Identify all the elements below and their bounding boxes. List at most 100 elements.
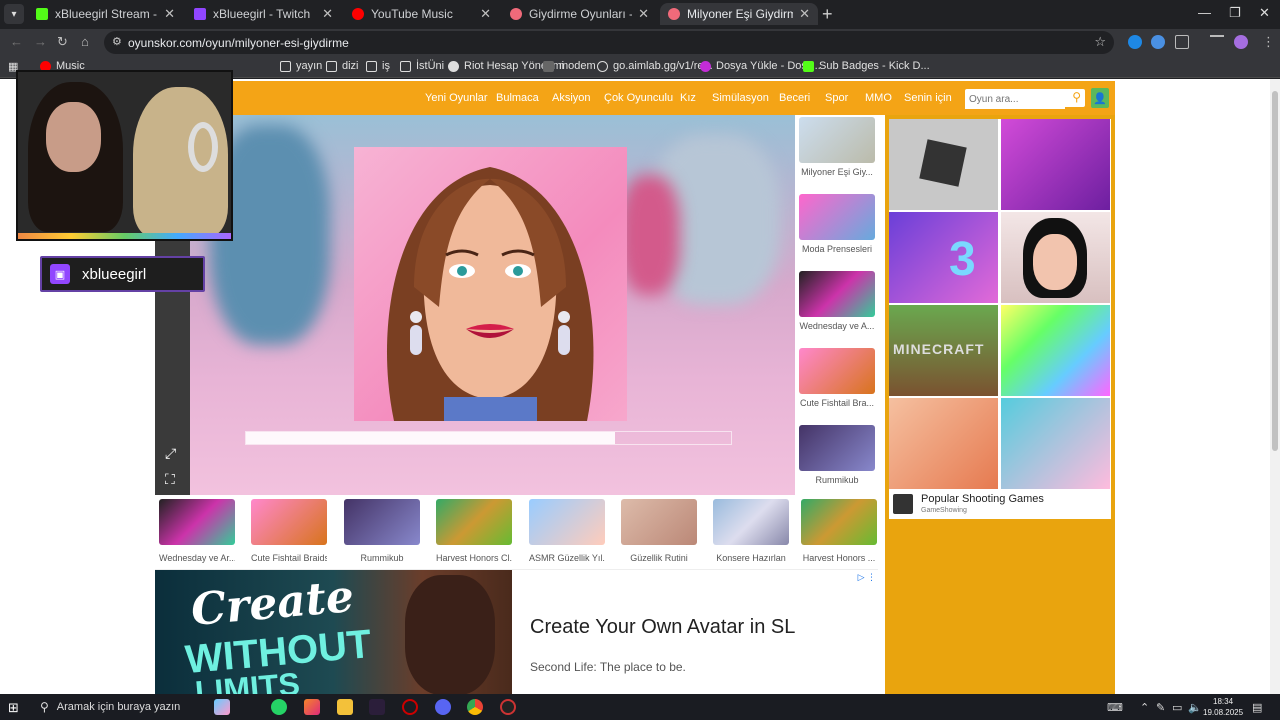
keyboard-icon[interactable]: ⌨ (1107, 701, 1123, 714)
site-info-icon[interactable]: ⚙ (112, 35, 122, 48)
forward-button[interactable]: → (34, 34, 47, 49)
close-icon[interactable]: ✕ (164, 6, 175, 22)
whatsapp-icon[interactable] (271, 699, 287, 715)
game-card[interactable]: Güzellik Rutini (621, 499, 697, 563)
tab-twitch[interactable]: xBlueegirl - Twitch ✕ (186, 3, 341, 25)
bookmark-istuni[interactable]: İstÜni (400, 60, 444, 72)
fullscreen-icon[interactable]: ⛶ (165, 471, 175, 488)
ad-tile-phone[interactable] (1001, 305, 1110, 396)
user-icon[interactable]: 👤 (1091, 88, 1109, 108)
bookmark-dizi[interactable]: dizi (326, 60, 359, 72)
nav-senin-icin[interactable]: Senin için (904, 92, 952, 104)
game-thumbnail (799, 425, 875, 471)
opera-icon[interactable] (402, 699, 418, 715)
webcam-rgb-bar (18, 233, 231, 239)
side-game-item[interactable]: Milyoner Eşi Giy... (799, 117, 875, 177)
ad-tile-tiles[interactable]: 3 (889, 212, 998, 303)
profile-avatar[interactable] (1234, 35, 1248, 49)
game-card[interactable]: Cute Fishtail Braids (251, 499, 327, 563)
obs-icon[interactable] (500, 699, 516, 715)
shield-extension-icon[interactable] (1128, 35, 1142, 49)
side-game-item[interactable]: Cute Fishtail Bra... (799, 348, 875, 408)
expand-icon[interactable]: ⤢ (165, 445, 176, 462)
tab-kick-stream[interactable]: xBlueegirl Stream - Watch Live ✕ (28, 3, 183, 25)
ad-tile-makeup[interactable] (1001, 212, 1110, 303)
nav-aksiyon[interactable]: Aksiyon (552, 92, 591, 104)
bookmark-is[interactable]: iş (366, 60, 390, 72)
restore-button[interactable]: ❐ (1229, 5, 1241, 21)
ad-footer[interactable]: Popular Shooting Games GameShowing (889, 491, 1111, 519)
banner-ad[interactable]: Create WITHOUT LIMITS Create Your Own Av… (155, 569, 878, 694)
ad-tile-barber[interactable] (889, 398, 998, 489)
minimize-button[interactable]: — (1198, 5, 1211, 20)
app-icon[interactable] (369, 699, 385, 715)
game-card[interactable]: Rummikub (344, 499, 420, 563)
tab-milyoner-esi[interactable]: Milyoner Eşi Giydirme - Oyunsk ✕ (660, 3, 818, 25)
bookmark-modem[interactable]: modem (543, 60, 596, 72)
page-scrollbar[interactable] (1270, 79, 1280, 694)
nav-spor[interactable]: Spor (825, 92, 848, 104)
back-button[interactable]: ← (10, 34, 23, 49)
tab-search-button[interactable]: ▾ (4, 4, 24, 24)
home-icon[interactable]: ⌂ (81, 34, 89, 49)
close-icon[interactable]: ✕ (480, 6, 491, 22)
character-face (1033, 234, 1077, 290)
side-game-item[interactable]: Wednesday ve A... (799, 271, 875, 331)
close-icon[interactable]: ✕ (322, 6, 333, 22)
game-card[interactable]: Harvest Honors Cl... (436, 499, 512, 563)
game-thumbnail (799, 348, 875, 394)
nav-kiz[interactable]: Kız (680, 92, 696, 104)
bookmark-yayin[interactable]: yayın (280, 60, 322, 72)
discord-icon[interactable] (435, 699, 451, 715)
ad-tile-minecraft[interactable]: MINECRAFT (889, 305, 998, 396)
nav-beceri[interactable]: Beceri (779, 92, 810, 104)
scrollbar-thumb[interactable] (1272, 91, 1278, 451)
close-icon[interactable]: ✕ (638, 6, 649, 22)
ad-tile-nails[interactable] (1001, 119, 1110, 210)
ad-tile-roblox[interactable] (889, 119, 998, 210)
tab-youtube-music[interactable]: YouTube Music ✕ (344, 3, 499, 25)
chrome-icon[interactable] (467, 699, 483, 715)
close-icon[interactable]: ✕ (799, 6, 810, 22)
pen-icon[interactable]: ✎ (1156, 701, 1165, 714)
reading-list-icon[interactable] (1210, 35, 1224, 49)
game-canvas[interactable] (190, 115, 795, 495)
start-button[interactable]: ⊞ (8, 700, 19, 716)
extension-icon[interactable] (1151, 35, 1165, 49)
side-game-item[interactable]: Moda Prensesleri (799, 194, 875, 254)
search-icon[interactable]: ⚲ (1072, 90, 1081, 104)
game-card[interactable]: Harvest Honors ... (801, 499, 877, 563)
ad-tile-princess[interactable] (1001, 398, 1110, 489)
reload-button[interactable]: ↻ (57, 34, 68, 50)
nav-simulasyon[interactable]: Simülasyon (712, 92, 769, 104)
game-card[interactable]: Konsere Hazırlan (713, 499, 789, 563)
weather-widget-icon[interactable] (214, 699, 230, 715)
file-explorer-icon[interactable] (337, 699, 353, 715)
new-tab-button[interactable]: + (822, 4, 833, 25)
network-icon[interactable]: ▭ (1172, 701, 1182, 714)
menu-icon[interactable]: ⋮ (1262, 34, 1275, 50)
nav-cok-oyunculu[interactable]: Çok Oyunculu (604, 92, 673, 104)
address-bar[interactable]: ⚙ oyunskor.com/oyun/milyoner-esi-giydirm… (104, 31, 1114, 54)
adchoices-icon[interactable]: ▷ ⋮ (858, 572, 876, 583)
instagram-icon[interactable] (304, 699, 320, 715)
search-input[interactable] (965, 90, 1065, 109)
more-games-row: Wednesday ve Ar... Cute Fishtail Braids … (155, 497, 880, 567)
game-card[interactable]: Wednesday ve Ar... (159, 499, 235, 563)
url-text[interactable]: oyunskor.com/oyun/milyoner-esi-giydirme (128, 36, 349, 50)
bookmark-star-icon[interactable]: ☆ (1094, 34, 1106, 50)
nav-bulmaca[interactable]: Bulmaca (496, 92, 539, 104)
tray-expand-icon[interactable]: ⌃ (1140, 701, 1149, 714)
nav-mmo[interactable]: MMO (865, 92, 892, 104)
notification-icon[interactable]: ▤ (1252, 701, 1262, 714)
side-game-item[interactable]: Rummikub (799, 425, 875, 485)
game-card[interactable]: ASMR Güzellik Yıl... (529, 499, 605, 563)
close-window-button[interactable]: ✕ (1259, 5, 1270, 21)
puzzle-icon[interactable] (1175, 35, 1189, 49)
clock[interactable]: 18:34 19.08.2025 (1203, 696, 1243, 718)
nav-yeni-oyunlar[interactable]: Yeni Oyunlar (425, 92, 488, 104)
bookmark-aimlab[interactable]: go.aimlab.gg/v1/re... (597, 60, 713, 72)
bookmark-sub-badges[interactable]: Sub Badges - Kick D... (803, 60, 930, 72)
tab-giydirme-oyunlari[interactable]: Giydirme Oyunları - Oyunskor'd ✕ (502, 3, 657, 25)
volume-icon[interactable]: 🔈 (1188, 701, 1202, 714)
